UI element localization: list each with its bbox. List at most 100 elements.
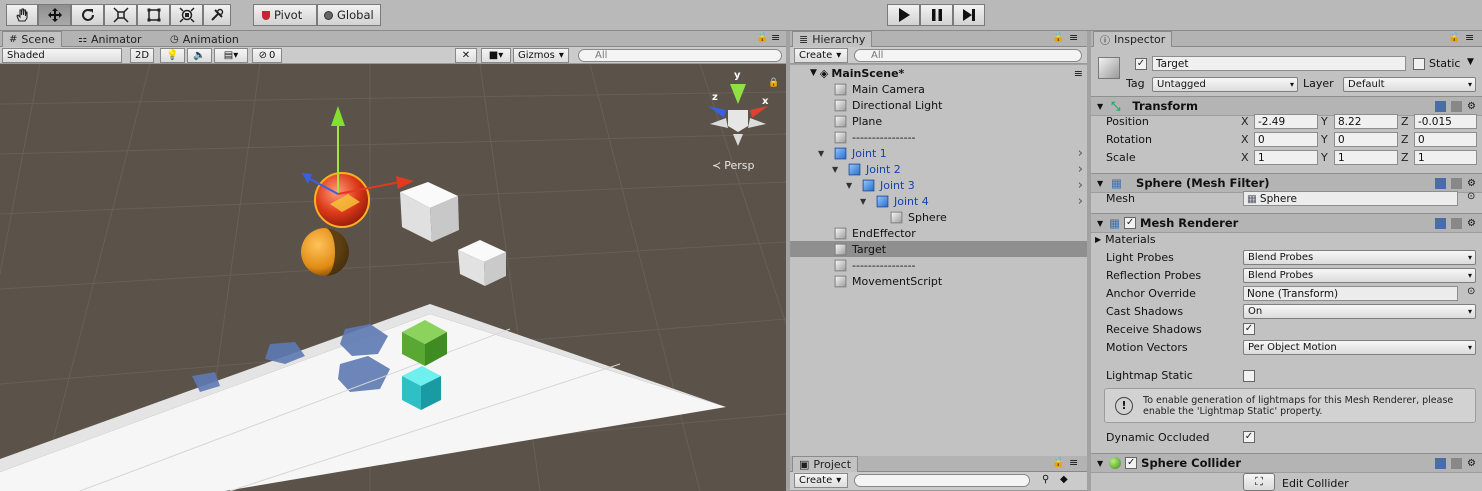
position-x-field[interactable]: -2.49: [1254, 114, 1318, 129]
anchor-override-field[interactable]: None (Transform): [1243, 286, 1458, 301]
menu-icon[interactable]: ≡: [1069, 456, 1078, 469]
object-name-field[interactable]: Target: [1152, 56, 1406, 71]
hierarchy-item[interactable]: ▼ › Joint 3: [790, 177, 1087, 193]
gear-icon[interactable]: ⚙: [1467, 458, 1478, 469]
rotate-tool-button[interactable]: [71, 4, 104, 26]
preset-icon[interactable]: [1451, 100, 1462, 112]
filter-type-icon[interactable]: ⚲: [1042, 474, 1049, 485]
lightmap-static-checkbox[interactable]: [1243, 370, 1255, 382]
triangle-down-icon[interactable]: ▼: [818, 149, 824, 158]
scene-menu-icon[interactable]: ≡: [1074, 67, 1083, 80]
position-y-field[interactable]: 8.22: [1334, 114, 1398, 129]
hierarchy-item[interactable]: Main Camera: [790, 81, 1087, 97]
hierarchy-item[interactable]: ▼ › Joint 1: [790, 145, 1087, 161]
shading-mode-dropdown[interactable]: Shaded: [2, 48, 122, 63]
preset-icon[interactable]: [1451, 177, 1462, 189]
mesh-renderer-enabled-checkbox[interactable]: ✓: [1124, 217, 1137, 229]
hierarchy-item[interactable]: Target: [790, 241, 1087, 257]
help-icon[interactable]: [1435, 217, 1446, 229]
hierarchy-item[interactable]: Sphere: [790, 209, 1087, 225]
static-checkbox[interactable]: [1413, 58, 1425, 70]
move-tool-button[interactable]: [38, 4, 71, 26]
menu-icon[interactable]: ≡: [1069, 31, 1078, 44]
edit-collider-button[interactable]: ⛶: [1243, 473, 1275, 491]
receive-shadows-checkbox[interactable]: ✓: [1243, 323, 1255, 335]
help-icon[interactable]: [1435, 100, 1446, 112]
orientation-lock-icon[interactable]: 🔒: [768, 78, 779, 88]
motion-vectors-dropdown[interactable]: Per Object Motion: [1243, 340, 1476, 355]
dynamic-occluded-checkbox[interactable]: ✓: [1243, 431, 1255, 443]
lock-icon[interactable]: 🔒: [756, 32, 768, 43]
global-toggle[interactable]: Global: [317, 4, 381, 26]
sphere-collider-enabled-checkbox[interactable]: ✓: [1125, 457, 1138, 469]
project-create-dropdown[interactable]: Create ▾: [794, 473, 848, 488]
mesh-filter-header[interactable]: ▼ ▦ Sphere (Mesh Filter) ⚙: [1091, 173, 1482, 193]
transform-header[interactable]: ▼ ⤡ Transform ⚙: [1091, 96, 1482, 116]
position-z-field[interactable]: -0.015: [1414, 114, 1477, 129]
tag-dropdown[interactable]: Untagged: [1152, 77, 1298, 92]
hierarchy-item[interactable]: MovementScript: [790, 273, 1087, 289]
sphere-collider-header[interactable]: ▼ ✓ Sphere Collider ⚙: [1091, 453, 1482, 473]
filter-label-icon[interactable]: ◆: [1060, 474, 1068, 485]
chevron-right-icon[interactable]: ›: [1078, 162, 1083, 177]
scene-root-row[interactable]: ▼ ◈ MainScene* ≡: [790, 65, 1087, 81]
active-checkbox[interactable]: ✓: [1135, 58, 1147, 70]
layer-dropdown[interactable]: Default: [1343, 77, 1476, 92]
hierarchy-item[interactable]: ----------------: [790, 257, 1087, 273]
mesh-renderer-header[interactable]: ▼ ▦ ✓ Mesh Renderer ⚙: [1091, 213, 1482, 233]
light-probes-dropdown[interactable]: Blend Probes: [1243, 250, 1476, 265]
preset-icon[interactable]: [1451, 217, 1462, 229]
hierarchy-item[interactable]: ▼ › Joint 2: [790, 161, 1087, 177]
rotation-z-field[interactable]: 0: [1414, 132, 1477, 147]
triangle-down-icon[interactable]: ▼: [832, 165, 838, 174]
rotation-x-field[interactable]: 0: [1254, 132, 1318, 147]
tab-animation[interactable]: ◷ Animation: [164, 31, 245, 47]
custom-tool-button[interactable]: [203, 4, 231, 26]
cast-shadows-dropdown[interactable]: On: [1243, 304, 1476, 319]
project-search-input[interactable]: [854, 474, 1030, 487]
tab-inspector[interactable]: ⓘ Inspector: [1093, 31, 1173, 47]
transform-tool-button[interactable]: [170, 4, 203, 26]
hierarchy-item[interactable]: Directional Light: [790, 97, 1087, 113]
menu-icon[interactable]: ≡: [1465, 31, 1474, 44]
scale-y-field[interactable]: 1: [1334, 150, 1398, 165]
menu-icon[interactable]: ≡: [771, 31, 780, 44]
chevron-right-icon[interactable]: ›: [1078, 194, 1083, 209]
static-dropdown-icon[interactable]: ▼: [1467, 57, 1474, 67]
gear-icon[interactable]: ⚙: [1467, 101, 1478, 112]
materials-foldout[interactable]: ▶ Materials: [1095, 233, 1156, 246]
hidden-objects-toggle[interactable]: ⊘ 0: [252, 48, 282, 63]
tab-scene[interactable]: # Scene: [2, 31, 62, 47]
object-picker-icon[interactable]: ⊙: [1467, 286, 1475, 297]
lock-icon[interactable]: 🔒: [1052, 457, 1064, 468]
chevron-right-icon[interactable]: ›: [1078, 146, 1083, 161]
gear-icon[interactable]: ⚙: [1467, 218, 1478, 229]
lock-icon[interactable]: 🔒: [1052, 32, 1064, 43]
hierarchy-search-input[interactable]: All: [854, 49, 1082, 62]
step-button[interactable]: [953, 4, 985, 26]
pivot-toggle[interactable]: Pivot: [253, 4, 317, 26]
preset-icon[interactable]: [1451, 457, 1462, 469]
chevron-right-icon[interactable]: ›: [1078, 178, 1083, 193]
rect-tool-button[interactable]: [137, 4, 170, 26]
scale-tool-button[interactable]: [104, 4, 137, 26]
gear-icon[interactable]: ⚙: [1467, 178, 1478, 189]
hierarchy-item[interactable]: ▼ › Joint 4: [790, 193, 1087, 209]
scale-z-field[interactable]: 1: [1414, 150, 1477, 165]
play-button[interactable]: [887, 4, 920, 26]
scene-search-input[interactable]: All: [578, 49, 782, 62]
2d-toggle[interactable]: 2D: [130, 48, 154, 63]
mesh-field[interactable]: ▦ Sphere: [1243, 191, 1458, 206]
scene-tools-button[interactable]: ✕: [455, 48, 477, 63]
tab-project[interactable]: ▣ Project: [792, 456, 859, 472]
lock-icon[interactable]: 🔒: [1448, 32, 1460, 43]
perspective-label[interactable]: ≺ Persp: [712, 159, 754, 172]
effects-dropdown[interactable]: ▤▾: [214, 48, 248, 63]
hierarchy-create-dropdown[interactable]: Create ▾: [794, 48, 848, 63]
camera-dropdown[interactable]: ■▾: [481, 48, 511, 63]
lighting-toggle[interactable]: 💡: [160, 48, 185, 63]
audio-toggle[interactable]: 🔈: [187, 48, 212, 63]
object-picker-icon[interactable]: ⊙: [1467, 191, 1475, 202]
rotation-y-field[interactable]: 0: [1334, 132, 1398, 147]
pause-button[interactable]: [920, 4, 953, 26]
